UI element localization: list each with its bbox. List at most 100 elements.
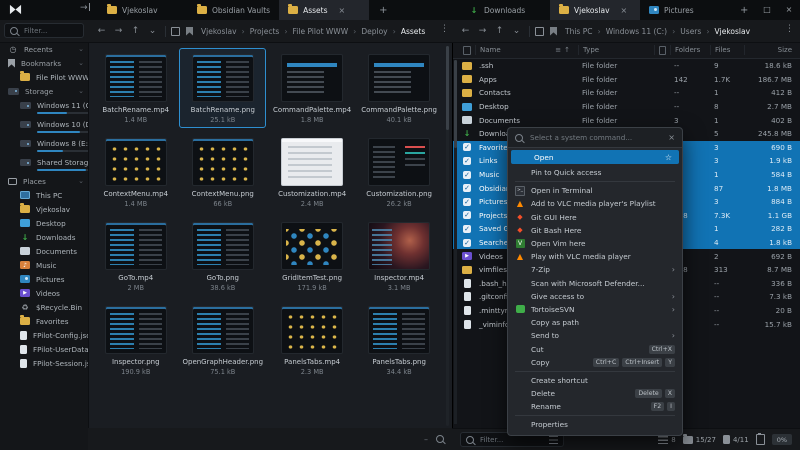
breadcrumb-item-deploy[interactable]: Deploy — [361, 27, 387, 36]
new-tab-button[interactable]: + — [369, 0, 397, 20]
minimize-button[interactable]: – — [734, 0, 756, 20]
filter-options-icon[interactable] — [549, 436, 558, 444]
left-pane-menu-icon[interactable]: ⋮ — [436, 24, 453, 34]
close-icon[interactable]: × — [621, 6, 628, 15]
right-pane-scrollbar[interactable] — [454, 60, 457, 424]
tab-downloads[interactable]: ↓Downloads — [460, 0, 550, 20]
left-pane-scrollbar[interactable] — [446, 46, 449, 426]
breadcrumb-item-vjekoslav[interactable]: Vjekoslav — [201, 27, 237, 36]
menu-item-scan-with-microsoft-defender[interactable]: Scan with Microsoft Defender... — [508, 277, 682, 290]
sidebar-item-this-pc[interactable]: This PC — [0, 188, 88, 202]
copy-path-icon[interactable] — [171, 27, 180, 36]
menu-item-copy-as-path[interactable]: Copy as path — [508, 316, 682, 329]
checkbox-checked[interactable]: ✓ — [463, 171, 471, 179]
breadcrumb-item-this-pc[interactable]: This PC — [565, 27, 592, 36]
sidebar-item-windows-11-c[interactable]: Windows 11 (C:) — [0, 98, 88, 117]
checkbox-checked[interactable]: ✓ — [463, 157, 471, 165]
menu-item-send-to[interactable]: Send to› — [508, 329, 682, 342]
sidebar-item-windows-10-d[interactable]: Windows 10 (D:) — [0, 117, 88, 136]
checkbox-checked[interactable]: ✓ — [463, 184, 471, 192]
menu-item-copy[interactable]: CopyCtrl+CCtrl+InsertY — [508, 356, 682, 369]
close-icon[interactable]: × — [339, 6, 346, 15]
grid-item-customization-mp4[interactable]: Customization.mp42.4 MB — [270, 132, 354, 212]
checkbox-checked[interactable]: ✓ — [463, 225, 471, 233]
column-type[interactable]: Type — [578, 45, 654, 55]
up-icon[interactable]: ↑ — [492, 26, 507, 36]
table-row-desktop[interactable]: DesktopFile folder--82.7 MB — [453, 100, 800, 114]
menu-item-open[interactable]: Open☆ — [511, 150, 679, 164]
grid-item-panelstabs-png[interactable]: PanelsTabs.png34.4 kB — [358, 300, 440, 380]
close-button[interactable]: × — [778, 0, 800, 20]
collapse-icon[interactable]: – — [424, 435, 428, 444]
column-folders[interactable]: Folders — [670, 45, 710, 55]
grid-item-griditemtest-png[interactable]: GridItemTest.png171.9 kB — [270, 216, 354, 296]
tab-pictures[interactable]: Pictures — [640, 0, 730, 20]
row-checkbox[interactable]: ✓ — [459, 239, 475, 247]
sidebar-item-windows-8-e[interactable]: Windows 8 (E:) — [0, 136, 88, 155]
forward-icon[interactable]: → — [111, 26, 126, 36]
table-row-documents[interactable]: DocumentsFile folder31402 B — [453, 113, 800, 127]
grid-item-commandpalette-mp4[interactable]: CommandPalette.mp41.8 MB — [270, 48, 354, 128]
column-size[interactable]: Size — [744, 45, 800, 55]
row-checkbox[interactable]: ✓ — [459, 157, 475, 165]
menu-item-give-access-to[interactable]: Give access to› — [508, 290, 682, 303]
grid-item-contextmenu-mp4[interactable]: ContextMenu.mp41.4 MB — [96, 132, 175, 212]
sidebar-section-bookmarks[interactable]: Bookmarks⌄ — [0, 56, 88, 70]
maximize-button[interactable]: □ — [756, 0, 778, 20]
close-icon[interactable]: × — [668, 133, 675, 142]
grid-item-customization-png[interactable]: Customization.png26.2 kB — [358, 132, 440, 212]
row-checkbox[interactable]: ✓ — [459, 143, 475, 151]
grid-item-batchrename-mp4[interactable]: BatchRename.mp41.4 MB — [96, 48, 175, 128]
sidebar-item-fpilot-session-json[interactable]: FPilot-Session.json — [0, 356, 88, 370]
sidebar-section-recents[interactable]: ◷Recents⌄ — [0, 42, 88, 56]
menu-item-properties[interactable]: Properties — [508, 418, 682, 431]
bookmark-icon[interactable] — [186, 27, 193, 36]
sidebar-item-documents[interactable]: Documents — [0, 244, 88, 258]
back-icon[interactable]: ← — [94, 26, 109, 36]
checkbox-checked[interactable]: ✓ — [463, 198, 471, 206]
checkbox-checked[interactable]: ✓ — [463, 239, 471, 247]
row-checkbox[interactable]: ✓ — [459, 211, 475, 219]
grid-item-batchrename-png[interactable]: BatchRename.png25.1 kB — [179, 48, 266, 128]
sidebar-filter-input[interactable] — [22, 26, 78, 36]
breadcrumb-item-windows-11-c[interactable]: Windows 11 (C:) — [606, 27, 667, 36]
row-checkbox[interactable]: ✓ — [459, 184, 475, 192]
tab-vjekoslav[interactable]: Vjekoslav× — [550, 0, 640, 20]
checkbox-checked[interactable]: ✓ — [463, 211, 471, 219]
list-filter-input[interactable] — [478, 435, 545, 445]
grid-item-goto-mp4[interactable]: GoTo.mp42 MB — [96, 216, 175, 296]
menu-item-add-to-vlc-media-player-s-playlist[interactable]: ▲Add to VLC media player's Playlist — [508, 197, 682, 210]
menu-item-rename[interactable]: RenameF2I — [508, 400, 682, 413]
sidebar-item-desktop[interactable]: Desktop — [0, 216, 88, 230]
grid-item-inspector-mp4[interactable]: Inspector.mp43.1 MB — [358, 216, 440, 296]
menu-item-cut[interactable]: CutCtrl+X — [508, 342, 682, 355]
menu-item-play-with-vlc-media-player[interactable]: ▲Play with VLC media player — [508, 250, 682, 263]
column-files[interactable]: Files — [710, 45, 744, 55]
back-icon[interactable]: ← — [458, 26, 473, 36]
breadcrumb-item-file-pilot-www[interactable]: File Pilot WWW — [293, 27, 349, 36]
sidebar-item-fpilot-userdata-json[interactable]: FPilot-UserData.json — [0, 342, 88, 356]
sidebar-toggle-icon[interactable]: → — [80, 3, 90, 13]
tab-vjekoslav[interactable]: Vjekoslav — [98, 0, 188, 20]
menu-item-git-bash-here[interactable]: ◆Git Bash Here — [508, 224, 682, 237]
command-search-input[interactable] — [528, 132, 663, 143]
menu-item-tortoisesvn[interactable]: TortoiseSVN› — [508, 303, 682, 316]
menu-item-delete[interactable]: DeleteDeleteX — [508, 387, 682, 400]
breadcrumb-item-projects[interactable]: Projects — [250, 27, 280, 36]
sidebar-item-music[interactable]: ♪Music — [0, 258, 88, 272]
breadcrumb-item-users[interactable]: Users — [680, 27, 701, 36]
right-pane-menu-icon[interactable]: ⋮ — [781, 24, 798, 34]
command-search[interactable]: × — [508, 128, 682, 148]
checkbox-checked[interactable]: ✓ — [463, 143, 471, 151]
menu-item-pin-to-quick-access[interactable]: Pin to Quick access — [508, 166, 682, 179]
row-checkbox[interactable]: ✓ — [459, 225, 475, 233]
copy-path-icon[interactable] — [535, 27, 544, 36]
menu-item-create-shortcut[interactable]: Create shortcut — [508, 374, 682, 387]
grid-item-panelstabs-mp4[interactable]: PanelsTabs.mp42.3 MB — [270, 300, 354, 380]
sidebar-section-places[interactable]: Places⌄ — [0, 174, 88, 188]
sidebar-item-pictures[interactable]: Pictures — [0, 272, 88, 286]
history-chevron-icon[interactable]: ⌄ — [145, 26, 160, 36]
table-row-contacts[interactable]: ContactsFile folder--1412 B — [453, 86, 800, 100]
sort-icons[interactable]: ≡↑ — [555, 46, 574, 54]
forward-icon[interactable]: → — [475, 26, 490, 36]
